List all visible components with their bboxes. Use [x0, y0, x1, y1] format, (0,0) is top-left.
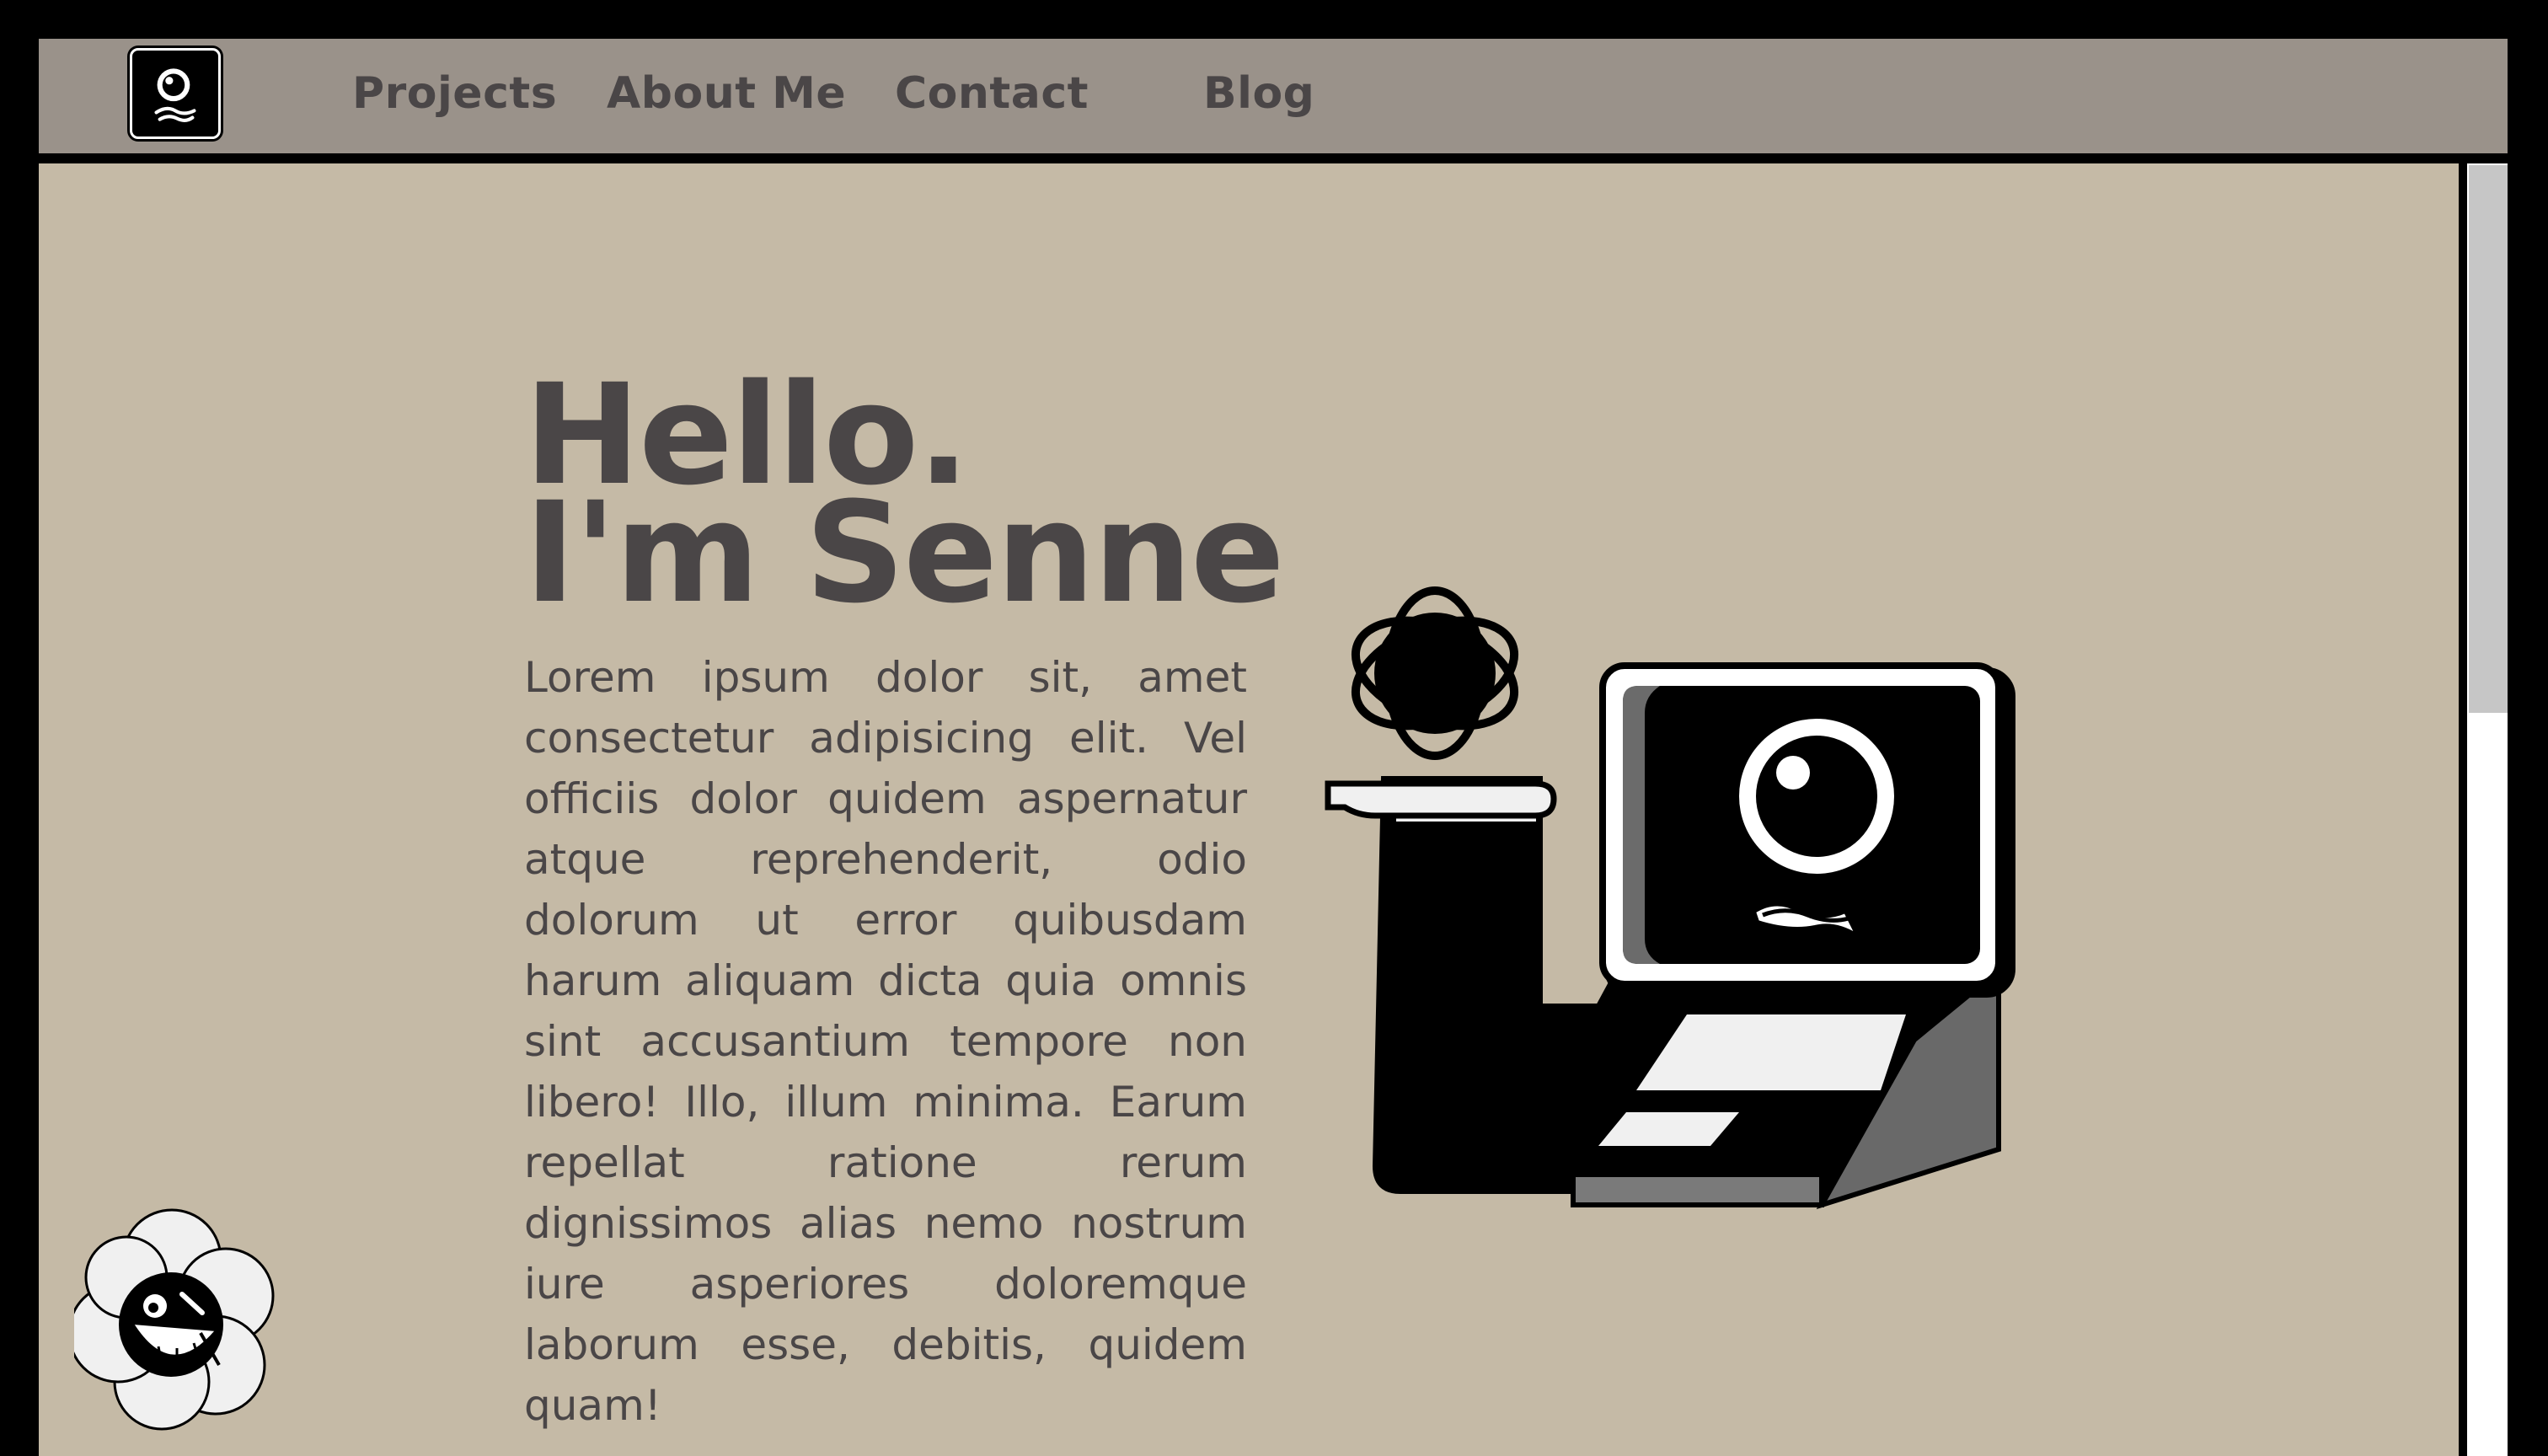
main-content: Hello. I'm Senne Lorem ipsum dolor sit, … — [39, 163, 2459, 1456]
nav-link-blog[interactable]: Blog — [1203, 66, 1314, 121]
nav-link-about-me[interactable]: About Me — [607, 66, 846, 121]
nav-link-projects[interactable]: Projects — [352, 66, 557, 121]
hero-title-line-2: I'm Senne — [524, 472, 1285, 634]
browser-window: Projects About Me Contact Blog Hello. I'… — [39, 39, 2508, 1456]
nav-link-contact[interactable]: Contact — [895, 66, 1089, 121]
hero-paragraph: Lorem ipsum dolor sit, amet consectetur … — [524, 653, 1247, 1430]
top-navbar: Projects About Me Contact Blog — [39, 39, 2508, 153]
vertical-scrollbar[interactable] — [2467, 163, 2508, 1456]
hero-title: Hello. I'm Senne — [524, 366, 1285, 634]
site-logo[interactable] — [130, 48, 221, 139]
scrollbar-thumb[interactable] — [2469, 165, 2508, 713]
atom-icon — [1351, 586, 1519, 760]
flower-face-icon[interactable] — [74, 1207, 276, 1431]
computer-character-icon — [1325, 586, 2015, 1210]
eye-face-icon — [154, 68, 196, 122]
